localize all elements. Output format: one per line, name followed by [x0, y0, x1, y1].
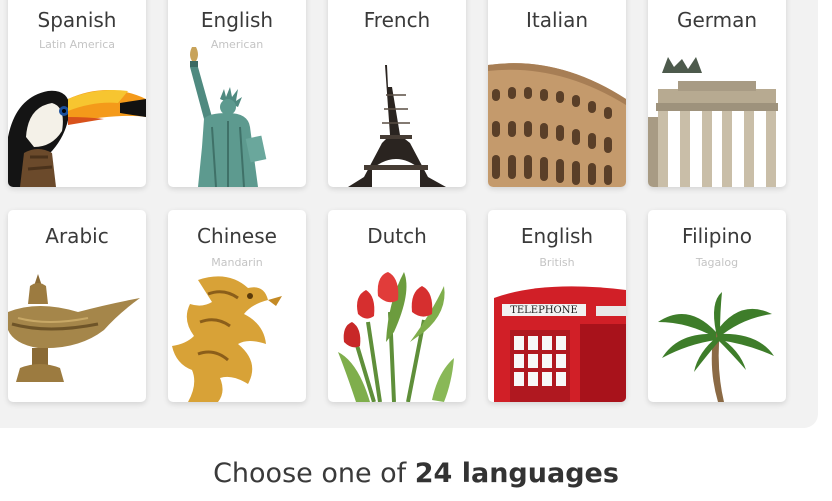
- caption-prefix: Choose one of: [213, 458, 415, 489]
- dragon-icon: [172, 276, 282, 402]
- language-card-german[interactable]: German: [648, 0, 786, 187]
- language-card-english-american[interactable]: English American: [168, 0, 306, 187]
- language-name: Arabic: [45, 224, 109, 248]
- colosseum-icon: [488, 63, 626, 187]
- language-variant: Mandarin: [211, 256, 263, 269]
- language-name: French: [363, 8, 431, 32]
- language-card-arabic[interactable]: Arabic: [8, 210, 146, 402]
- statue-of-liberty-icon: [190, 47, 267, 187]
- palm-tree-icon: [658, 292, 774, 402]
- language-name: Chinese: [197, 224, 277, 248]
- eiffel-tower-icon: [348, 65, 446, 187]
- language-name: Italian: [525, 8, 589, 32]
- language-card-french[interactable]: French: [328, 0, 466, 187]
- toucan-icon: [8, 90, 146, 187]
- telephone-box-icon: TELEPHONE: [494, 286, 626, 402]
- language-card-italian[interactable]: Italian: [488, 0, 626, 187]
- language-name: German: [676, 8, 758, 32]
- language-variant: British: [539, 256, 575, 269]
- language-card-spanish[interactable]: Spanish Latin America: [8, 0, 146, 187]
- language-card-filipino[interactable]: Filipino Tagalog: [648, 210, 786, 402]
- language-card-dutch[interactable]: Dutch: [328, 210, 466, 402]
- language-name: Filipino: [682, 224, 752, 248]
- language-card-english-british[interactable]: English British TELEPHONE: [488, 210, 626, 402]
- language-name: Dutch: [367, 224, 427, 248]
- oil-lamp-icon: [8, 274, 140, 382]
- tulips-icon: [338, 272, 454, 402]
- language-name: Spanish: [37, 8, 117, 32]
- telephone-sign: TELEPHONE: [510, 305, 578, 316]
- brandenburg-gate-icon: [648, 57, 778, 187]
- language-name: English: [520, 224, 594, 248]
- language-card-chinese[interactable]: Chinese Mandarin: [168, 210, 306, 402]
- language-name: English: [200, 8, 274, 32]
- language-count-caption: Choose one of 24 languages: [0, 458, 832, 489]
- language-variant: Tagalog: [695, 256, 739, 269]
- caption-count: 24 languages: [414, 458, 619, 489]
- language-variant: Latin America: [38, 38, 116, 51]
